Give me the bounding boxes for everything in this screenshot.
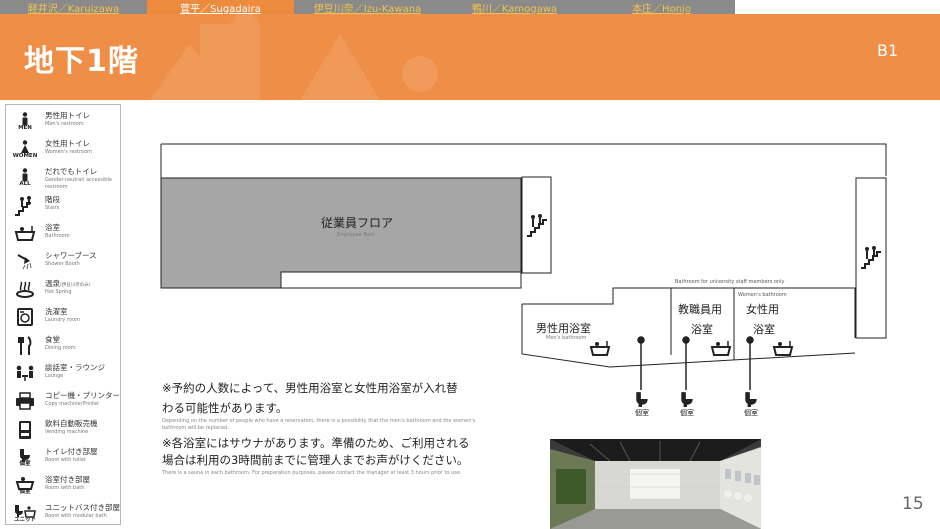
room-toilet-icon	[681, 392, 693, 407]
legend-item: 飲料自動販売機 Vending machine	[10, 418, 120, 444]
womens-bath-label: 女性用	[746, 303, 779, 316]
employee-floor-label: 従業員フロア	[321, 216, 394, 230]
laundry-icon	[13, 308, 37, 330]
room-unitbath-icon: ユニット	[13, 504, 37, 526]
tab-kamogawa[interactable]: 鴨川／Kamogawa	[441, 0, 588, 15]
stairs-icon	[527, 214, 547, 237]
legend-item: 食堂 Dining room	[10, 334, 120, 360]
staff-bath-label-2: 浴室	[691, 323, 713, 336]
bathtub-icon	[772, 341, 794, 356]
legend-item: 温泉(伊豆川奈のみ) Hot Spring	[10, 278, 120, 304]
floor-code: B1	[877, 41, 899, 60]
bathtub-icon	[589, 341, 611, 356]
legend-item: ユニット ユニットバス付き部屋 Room with modular bath	[10, 502, 120, 528]
private-room-marker: 個室	[677, 391, 697, 418]
womens-bath-label-2: 浴室	[753, 323, 775, 336]
header-banner: 地下1階 B1	[0, 14, 940, 100]
tab-sugadaira[interactable]: 菅平／Sugadaira	[147, 0, 294, 15]
mens-bath-label: 男性用浴室	[536, 322, 591, 335]
bathtub-icon	[13, 224, 37, 246]
note-swap-line2: わる可能性があります。	[162, 401, 288, 415]
bathroom-photo	[550, 439, 761, 529]
womens-bath-label-en: Women's bathroom	[738, 292, 787, 298]
women-restroom-icon: WOMEN	[13, 140, 37, 162]
note-swap-en-line2: bathroom will be replaced.	[162, 425, 229, 431]
page-number: 15	[902, 494, 924, 514]
legend-item: ALL だれでもトイレ Gender-neutral/ accessible r…	[10, 166, 120, 192]
private-room-marker: 個室	[632, 391, 652, 418]
men-restroom-icon: MEN	[13, 112, 37, 134]
note-sauna-en: There is a sauna in each bathroom. For p…	[162, 470, 462, 476]
hot-spring-icon	[13, 280, 37, 302]
staff-bath-label: 教職員用	[678, 303, 722, 316]
page-title: 地下1階	[24, 44, 139, 79]
legend-item: 洗濯室 Laundry room	[10, 306, 120, 332]
legend-item: 談話室・ラウンジ Lounge	[10, 362, 120, 388]
stairs-icon	[861, 246, 881, 269]
dining-icon	[13, 336, 37, 358]
legend-item: 個室 トイレ付き部屋 Room with toilet	[10, 446, 120, 472]
room-toilet-icon: 個室	[13, 448, 37, 470]
shower-icon	[13, 252, 37, 274]
tab-izu-kawana[interactable]: 伊豆川奈／Izu-Kawana	[294, 0, 441, 15]
note-sauna-line2: 場合は利用の3時間前までに管理人までお声がけください。	[162, 453, 469, 467]
legend-item: WOMEN 女性用トイレ Women's restroom	[10, 138, 120, 164]
legend-item: 浴室 Bathroom	[10, 222, 120, 248]
header-watermark	[150, 14, 438, 100]
location-tabs: 軽井沢／Karuizawa 菅平／Sugadaira 伊豆川奈／Izu-Kawa…	[0, 0, 735, 15]
legend-item: シャワーブース Shower Booth	[10, 250, 120, 276]
private-room-marker: 個室	[741, 391, 761, 418]
tab-karuizawa[interactable]: 軽井沢／Karuizawa	[0, 0, 147, 15]
note-swap-en-line1: Depending on the number of people who ha…	[162, 418, 476, 424]
bathtub-icon	[710, 341, 732, 356]
legend-item: 個室 浴室付き部屋 Room with bath	[10, 474, 120, 500]
all-restroom-icon: ALL	[13, 168, 37, 190]
note-swap-line1: ※予約の人数によって、男性用浴室と女性用浴室が入れ替	[162, 381, 458, 395]
mens-bath-label-en: Men's bathroom	[546, 335, 587, 341]
employee-floor-label-en: Employee floor	[337, 232, 375, 238]
printer-icon	[13, 392, 37, 414]
legend-item: MEN 男性用トイレ Men's restroom	[10, 110, 120, 136]
tab-honjo[interactable]: 本庄／Honjo	[588, 0, 735, 15]
stairs-icon	[13, 196, 37, 218]
room-bath-icon: 個室	[13, 476, 37, 498]
legend-item: コピー機・プリンター Copy machine/Printer	[10, 390, 120, 416]
lounge-icon	[13, 364, 37, 386]
note-sauna-line1: ※各浴室にはサウナがあります。準備のため、ご利用される	[162, 436, 470, 450]
room-toilet-icon	[745, 392, 757, 407]
vending-machine-icon	[13, 420, 37, 442]
legend-item: 階段 Stairs	[10, 194, 120, 220]
legend-panel: MEN 男性用トイレ Men's restroom WOMEN 女性用トイレ W…	[5, 104, 121, 525]
room-toilet-icon	[636, 392, 648, 407]
staff-bath-note: Bathroom for university staff members on…	[675, 279, 785, 285]
